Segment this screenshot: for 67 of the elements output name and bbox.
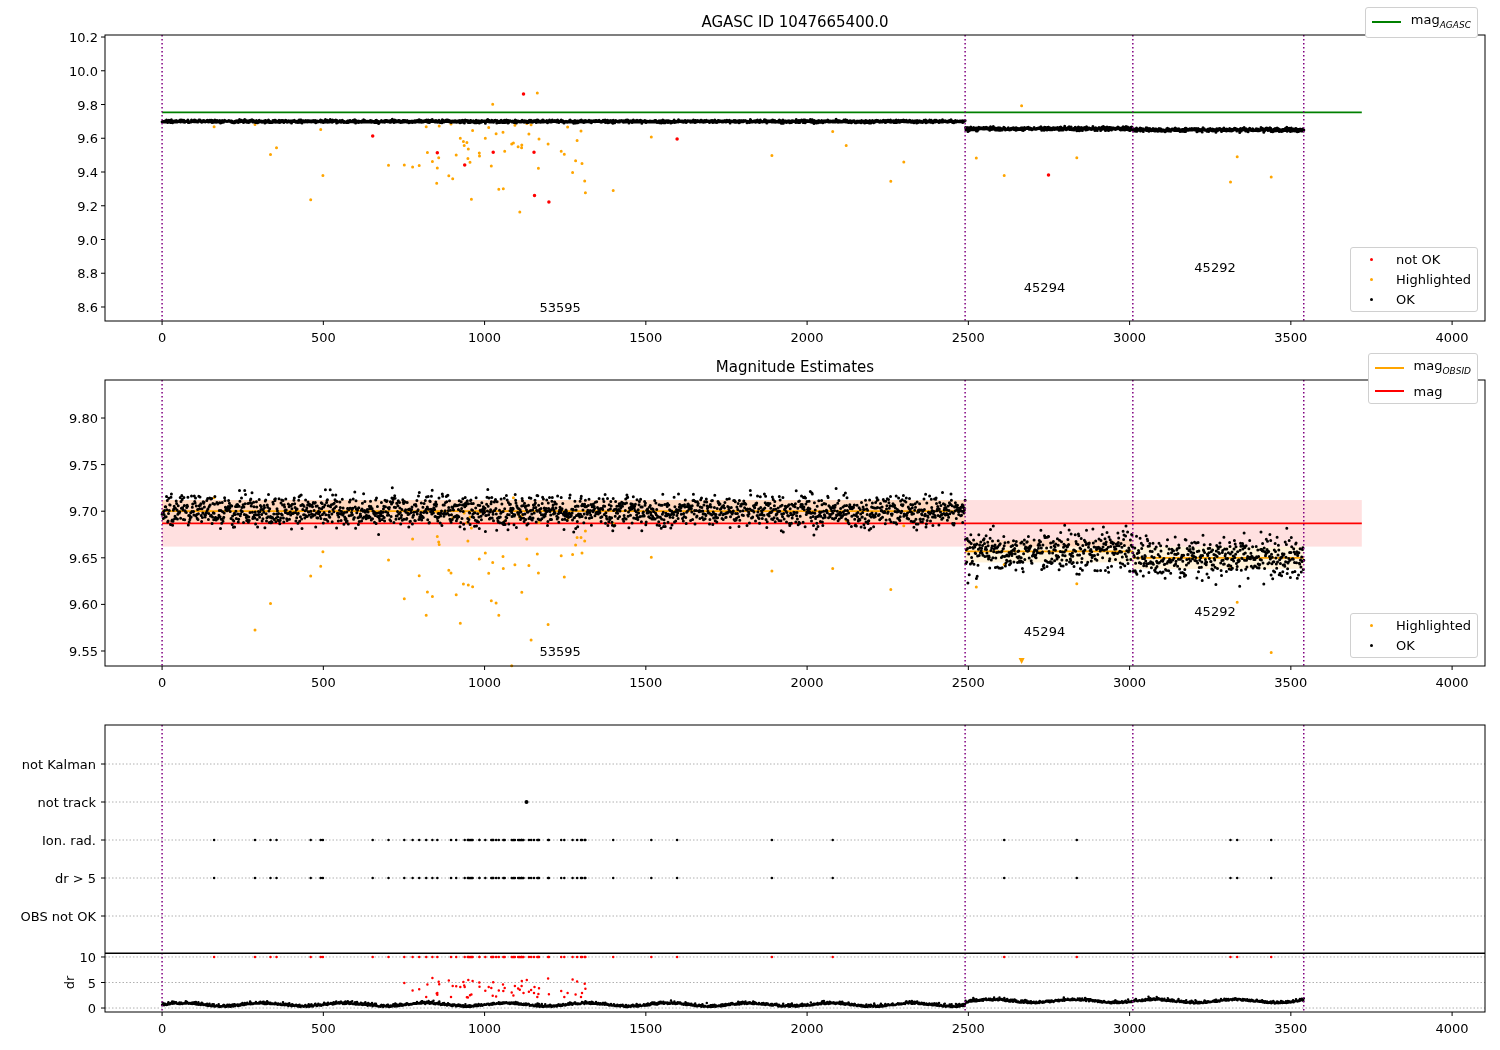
x-tick-label: 2000 [790, 330, 824, 345]
obsid-label: 45294 [1023, 280, 1066, 295]
x-tick-label: 4000 [1435, 1021, 1469, 1036]
y-tick-label: 8.8 [77, 266, 98, 282]
x-tick-label: 2500 [951, 330, 985, 345]
legend-label: Highlighted [1396, 617, 1471, 634]
x-tick-label: 2000 [790, 675, 824, 690]
x-tick-label: 0 [157, 1021, 167, 1036]
x-tick-label: 0 [157, 330, 167, 345]
obsid-label: 45292 [1194, 260, 1236, 275]
x-tick-label: 1500 [629, 1021, 663, 1036]
obsid-label: 53595 [539, 644, 581, 659]
legend-label: not OK [1396, 251, 1441, 268]
flag-category-label: not track [37, 795, 96, 810]
x-tick-label: 4000 [1435, 675, 1469, 690]
legend-label: Highlighted [1396, 271, 1471, 288]
x-tick-label: 500 [310, 675, 336, 690]
x-tick-label: 3500 [1274, 1021, 1308, 1036]
y-tick-label: 10 [79, 953, 96, 965]
x-tick-label: 1500 [629, 675, 663, 690]
axis-label: dr [62, 975, 77, 990]
flag-category-label: Ion. rad. [42, 833, 96, 848]
x-tick-label: 3000 [1113, 330, 1147, 345]
y-tick-label: 9.75 [69, 457, 98, 473]
obsid-label: 53595 [539, 300, 581, 315]
obsid-label: 45292 [1194, 604, 1236, 619]
legend-label: OK [1396, 637, 1415, 654]
flag-category-label: not Kalman [21, 757, 96, 772]
y-tick-label: 8.6 [77, 300, 98, 315]
chart-title: AGASC ID 1047665400.0 [701, 13, 889, 31]
x-tick-label: 1000 [468, 330, 502, 345]
y-tick-label: 9.70 [69, 504, 98, 520]
flag-category-label: OBS not OK [20, 909, 96, 924]
legend-label: mag [1413, 382, 1443, 400]
y-tick-label: 0 [87, 1001, 96, 1016]
y-tick-label: 5 [87, 975, 96, 991]
y-tick-label: 9.4 [77, 165, 98, 180]
legend-label: OK [1396, 291, 1415, 308]
flag-category-label: dr > 5 [54, 871, 96, 886]
y-tick-label: 9.2 [77, 198, 98, 214]
y-tick-label: 9.8 [77, 97, 98, 113]
legend-label: mag$_{OBSID}$ [1413, 357, 1471, 378]
y-tick-label: 9.0 [77, 232, 98, 248]
x-tick-label: 2500 [951, 675, 985, 690]
chart-title: Magnitude Estimates [715, 358, 875, 376]
x-tick-label: 4000 [1435, 330, 1469, 345]
y-tick-label: 10.0 [69, 63, 98, 79]
x-tick-label: 1500 [629, 330, 663, 345]
x-tick-label: 1000 [468, 675, 502, 690]
x-tick-label: 3000 [1113, 1021, 1147, 1036]
y-tick-label: 10.2 [69, 30, 98, 45]
x-tick-label: 0 [157, 675, 167, 690]
y-tick-label: 9.80 [69, 411, 98, 426]
y-tick-label: 9.55 [69, 644, 98, 659]
x-tick-label: 3500 [1274, 675, 1308, 690]
legend-label: mag$_{AGASC}$ [1410, 11, 1471, 32]
x-tick-label: 2000 [790, 1021, 824, 1036]
y-tick-label: 9.65 [69, 550, 98, 566]
x-tick-label: 2500 [951, 1021, 985, 1036]
x-tick-label: 3500 [1274, 330, 1308, 345]
x-tick-label: 500 [310, 1021, 336, 1036]
y-tick-label: 9.6 [77, 131, 98, 147]
x-tick-label: 1000 [468, 1021, 502, 1036]
obsid-label: 45294 [1023, 624, 1066, 639]
x-tick-label: 500 [310, 330, 336, 345]
y-tick-label: 9.60 [69, 597, 98, 613]
x-tick-label: 3000 [1113, 675, 1147, 690]
